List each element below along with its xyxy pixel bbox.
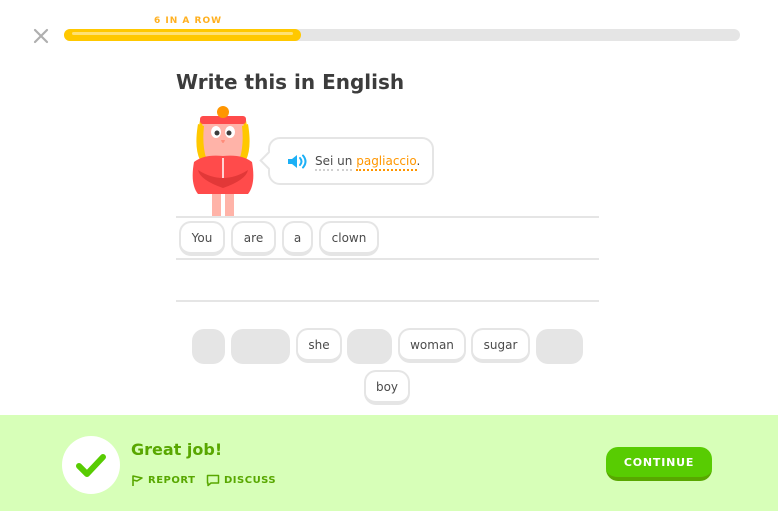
progress-bar [64, 29, 740, 41]
prompt-word[interactable]: un [337, 154, 353, 171]
speech-bubble: Sei un pagliaccio. [259, 137, 434, 185]
word-bank-tile[interactable]: boy [364, 370, 410, 405]
prompt-sentence: Sei un pagliaccio. [315, 154, 421, 171]
checkmark-icon [76, 454, 106, 477]
prompt-punct: . [416, 154, 421, 168]
streak-label: 6 IN A ROW [154, 16, 223, 26]
answer-line [176, 216, 599, 218]
answer-line [176, 300, 599, 302]
word-bank-tile[interactable]: sugar [471, 328, 530, 363]
comment-icon [206, 474, 220, 487]
word-bank-tile[interactable]: woman [398, 328, 466, 363]
page-title: Write this in English [176, 70, 405, 94]
flag-icon [132, 475, 143, 486]
speaker-icon[interactable] [287, 153, 309, 170]
discuss-link[interactable]: DISCUSS [206, 474, 276, 487]
word-bank-slot-empty [192, 329, 225, 364]
answer-line [176, 258, 599, 260]
discuss-label: DISCUSS [224, 475, 277, 486]
answer-tile[interactable]: clown [319, 221, 379, 256]
character-illustration [192, 106, 254, 216]
word-bank-slot-empty [347, 329, 392, 364]
success-badge [62, 436, 120, 494]
feedback-footer: Great job! REPORT DISCUSS CONTINUE [0, 415, 778, 511]
prompt-word[interactable]: Sei [315, 154, 334, 171]
word-bank-slot-empty [231, 329, 290, 364]
report-label: REPORT [148, 475, 196, 486]
close-icon[interactable] [32, 27, 50, 45]
continue-button[interactable]: CONTINUE [606, 447, 712, 481]
prompt-word-new[interactable]: pagliaccio [356, 154, 417, 171]
word-bank-tile[interactable]: she [296, 328, 342, 363]
answer-tile[interactable]: are [231, 221, 276, 256]
feedback-title: Great job! [131, 440, 223, 459]
word-bank-slot-empty [536, 329, 583, 364]
progress-fill [64, 29, 301, 41]
report-link[interactable]: REPORT [131, 474, 195, 487]
answer-tile[interactable]: You [179, 221, 225, 256]
answer-tile[interactable]: a [282, 221, 313, 256]
